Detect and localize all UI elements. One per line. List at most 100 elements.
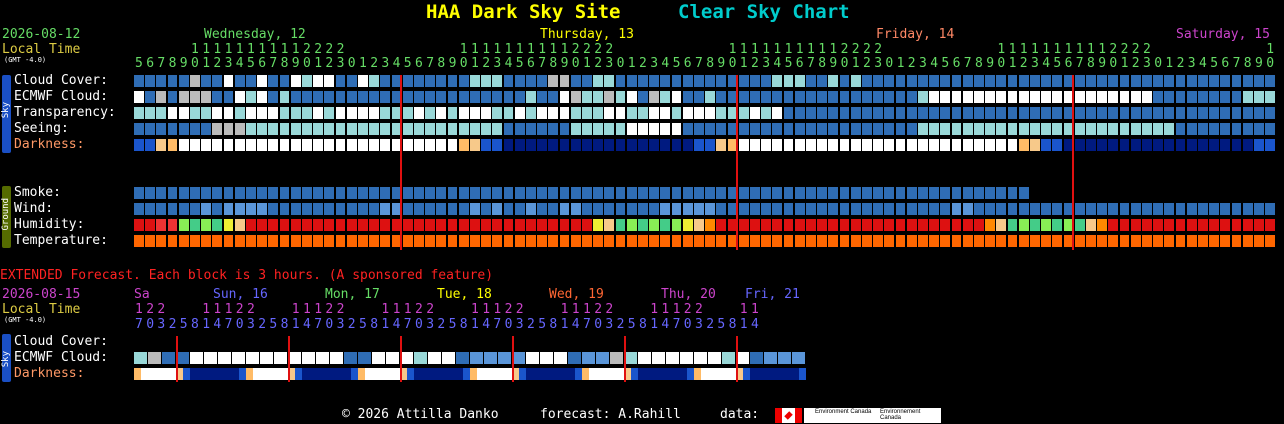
forecast-cell[interactable] [1153, 91, 1163, 103]
forecast-cell[interactable] [178, 107, 189, 119]
forecast-cell[interactable] [145, 203, 155, 215]
forecast-cell[interactable] [335, 75, 346, 87]
forecast-cell[interactable] [1041, 235, 1051, 247]
forecast-cell[interactable] [1119, 123, 1130, 135]
forecast-cell[interactable] [537, 123, 547, 135]
forecast-cell[interactable] [324, 139, 335, 151]
forecast-cell[interactable] [750, 187, 760, 199]
forecast-cell[interactable] [772, 139, 783, 151]
forecast-cell[interactable] [1007, 219, 1018, 231]
forecast-cell[interactable] [839, 203, 850, 215]
forecast-cell[interactable] [548, 203, 559, 215]
forecast-cell[interactable] [682, 123, 693, 135]
forecast-cell[interactable] [1254, 235, 1264, 247]
forecast-cell[interactable] [324, 91, 335, 103]
forecast-cell[interactable] [514, 123, 525, 135]
ext-dark-cell[interactable] [232, 368, 239, 380]
forecast-cell[interactable] [660, 123, 671, 135]
ext-cloud-cell[interactable] [316, 352, 329, 364]
forecast-cell[interactable] [1186, 219, 1197, 231]
forecast-cell[interactable] [234, 235, 245, 247]
forecast-cell[interactable] [974, 75, 984, 87]
forecast-cell[interactable] [806, 187, 816, 199]
forecast-cell[interactable] [940, 139, 951, 151]
ext-cloud-cell[interactable] [498, 352, 511, 364]
forecast-cell[interactable] [223, 107, 234, 119]
forecast-cell[interactable] [470, 139, 480, 151]
forecast-cell[interactable] [268, 219, 279, 231]
forecast-cell[interactable] [313, 107, 323, 119]
forecast-cell[interactable] [1108, 107, 1119, 119]
forecast-cell[interactable] [470, 235, 480, 247]
forecast-cell[interactable] [223, 123, 234, 135]
footer-forecast[interactable]: forecast: A.Rahill [540, 407, 681, 423]
ext-dark-cell[interactable] [463, 368, 470, 380]
forecast-cell[interactable] [1074, 123, 1085, 135]
forecast-cell[interactable] [302, 203, 312, 215]
forecast-cell[interactable] [324, 219, 335, 231]
forecast-cell[interactable] [201, 203, 211, 215]
forecast-cell[interactable] [772, 75, 783, 87]
forecast-cell[interactable] [436, 91, 447, 103]
ext-dark-cell[interactable] [344, 368, 351, 380]
forecast-cell[interactable] [638, 219, 648, 231]
forecast-cell[interactable] [828, 75, 839, 87]
ext-dark-cell[interactable] [204, 368, 211, 380]
forecast-cell[interactable] [716, 139, 727, 151]
forecast-cell[interactable] [302, 123, 312, 135]
forecast-cell[interactable] [682, 187, 693, 199]
forecast-cell[interactable] [346, 235, 357, 247]
forecast-cell[interactable] [178, 75, 189, 87]
forecast-cell[interactable] [974, 107, 984, 119]
forecast-cell[interactable] [1030, 91, 1040, 103]
forecast-cell[interactable] [884, 91, 895, 103]
forecast-cell[interactable] [1130, 75, 1141, 87]
forecast-cell[interactable] [134, 235, 144, 247]
forecast-cell[interactable] [212, 219, 223, 231]
forecast-cell[interactable] [358, 75, 368, 87]
ext-cloud-cell[interactable] [722, 352, 735, 364]
forecast-cell[interactable] [884, 123, 895, 135]
forecast-cell[interactable] [929, 75, 939, 87]
forecast-cell[interactable] [134, 187, 144, 199]
forecast-cell[interactable] [1108, 139, 1119, 151]
forecast-cell[interactable] [156, 203, 167, 215]
forecast-cell[interactable] [593, 91, 603, 103]
forecast-cell[interactable] [626, 107, 637, 119]
forecast-cell[interactable] [223, 219, 234, 231]
forecast-cell[interactable] [279, 187, 290, 199]
forecast-cell[interactable] [839, 187, 850, 199]
forecast-cell[interactable] [458, 219, 469, 231]
forecast-cell[interactable] [716, 107, 727, 119]
forecast-cell[interactable] [1142, 75, 1152, 87]
forecast-cell[interactable] [167, 235, 178, 247]
forecast-cell[interactable] [772, 91, 783, 103]
ext-cloud-cell[interactable] [596, 352, 609, 364]
ext-dark-cell[interactable] [309, 368, 316, 380]
forecast-cell[interactable] [324, 187, 335, 199]
forecast-cell[interactable] [750, 203, 760, 215]
forecast-cell[interactable] [1119, 235, 1130, 247]
forecast-cell[interactable] [1041, 107, 1051, 119]
forecast-cell[interactable] [974, 219, 984, 231]
forecast-cell[interactable] [526, 235, 536, 247]
forecast-cell[interactable] [369, 203, 379, 215]
ext-dark-cell[interactable] [575, 368, 582, 380]
forecast-cell[interactable] [268, 187, 279, 199]
forecast-cell[interactable] [290, 219, 301, 231]
forecast-cell[interactable] [492, 187, 503, 199]
forecast-cell[interactable] [481, 203, 491, 215]
ext-dark-cell[interactable] [253, 368, 260, 380]
forecast-cell[interactable] [738, 123, 749, 135]
ext-dark-cell[interactable] [393, 368, 400, 380]
forecast-cell[interactable] [414, 91, 424, 103]
ext-cloud-cell[interactable] [302, 352, 315, 364]
forecast-cell[interactable] [279, 107, 290, 119]
forecast-cell[interactable] [1265, 203, 1275, 215]
forecast-cell[interactable] [167, 75, 178, 87]
forecast-cell[interactable] [604, 123, 615, 135]
forecast-cell[interactable] [940, 203, 951, 215]
forecast-cell[interactable] [850, 75, 861, 87]
forecast-cell[interactable] [492, 107, 503, 119]
forecast-cell[interactable] [156, 235, 167, 247]
